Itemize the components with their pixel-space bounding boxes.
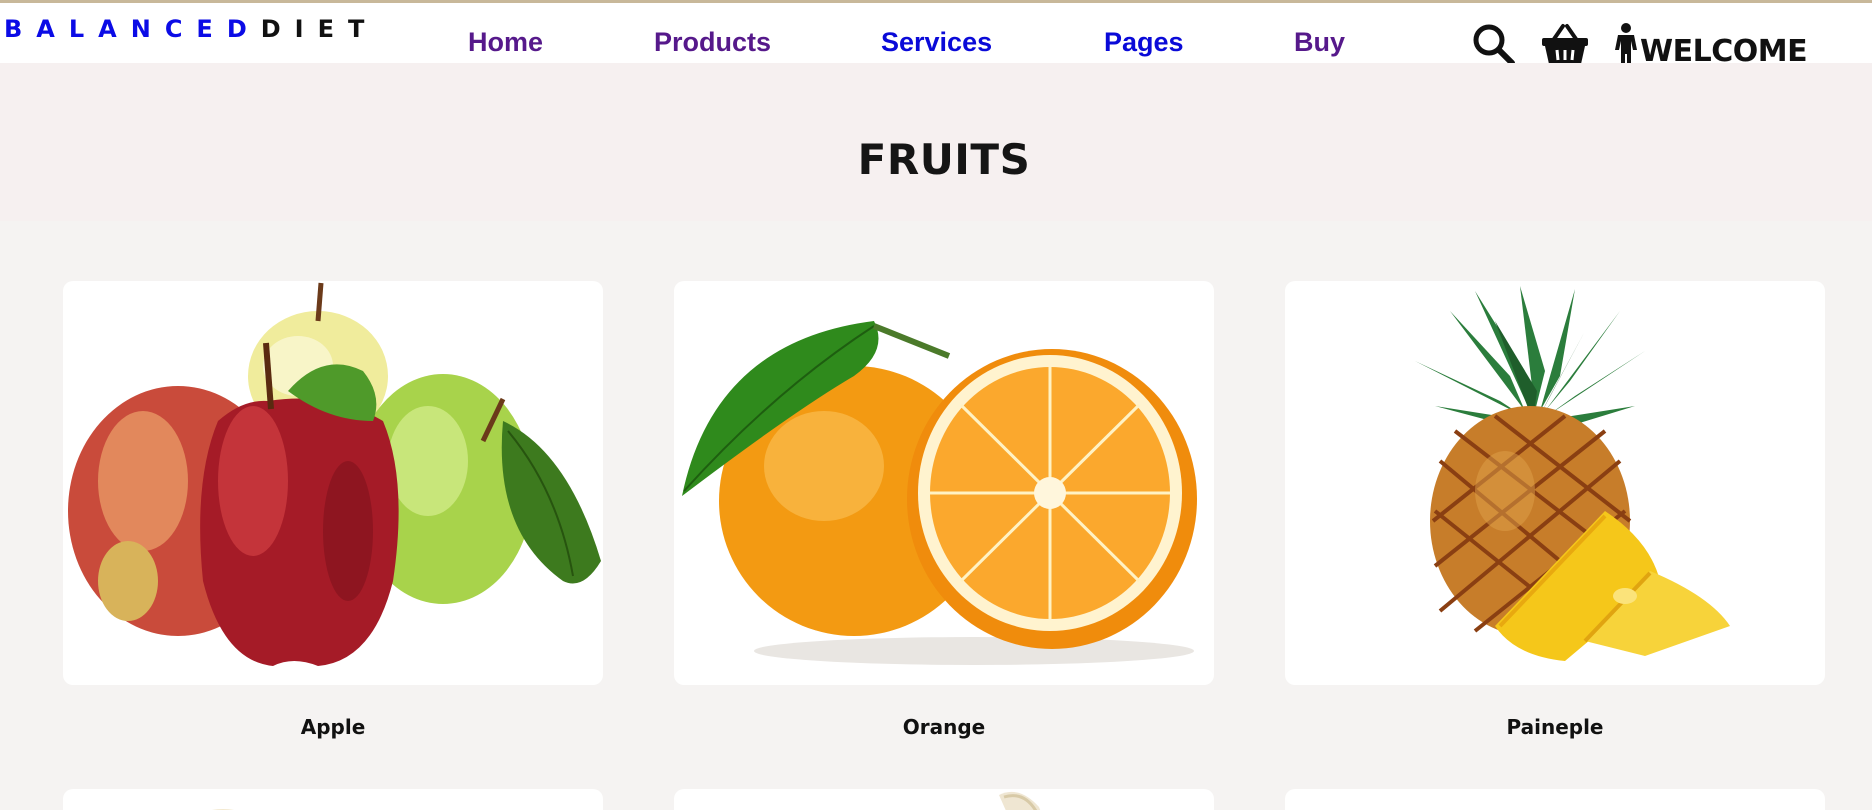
pineapple-image	[1415, 286, 1730, 661]
top-navbar: BALANCEDDIET Home Products Services Page…	[0, 0, 1872, 69]
product-card-peek-3[interactable]	[1285, 789, 1825, 810]
site-logo[interactable]: BALANCEDDIET	[4, 15, 378, 43]
logo-part-balanced: BALANCED	[4, 15, 261, 43]
category-banner: FRUITS	[0, 63, 1872, 221]
page-title: FRUITS	[857, 135, 1031, 184]
page: BALANCEDDIET Home Products Services Page…	[0, 0, 1872, 810]
product-name-pineapple[interactable]: Paineple	[1285, 715, 1825, 739]
product-card-pineapple[interactable]	[1285, 281, 1825, 685]
product-name-apple[interactable]: Apple	[63, 715, 603, 739]
product-card-peek-2[interactable]	[674, 789, 1214, 810]
product-card-apple[interactable]	[63, 281, 603, 685]
apple-image	[68, 282, 601, 666]
nav-services[interactable]: Services	[881, 27, 992, 58]
orange-image	[682, 321, 1197, 665]
product-card-orange[interactable]	[674, 281, 1214, 685]
product-card-peek-1[interactable]	[63, 789, 603, 810]
nav-products[interactable]: Products	[654, 27, 771, 58]
nav-home[interactable]: Home	[468, 27, 543, 58]
nav-buy[interactable]: Buy	[1294, 27, 1345, 58]
product-name-orange[interactable]: Orange	[674, 715, 1214, 739]
nav-pages[interactable]: Pages	[1104, 27, 1184, 58]
logo-part-diet: DIET	[260, 15, 379, 43]
